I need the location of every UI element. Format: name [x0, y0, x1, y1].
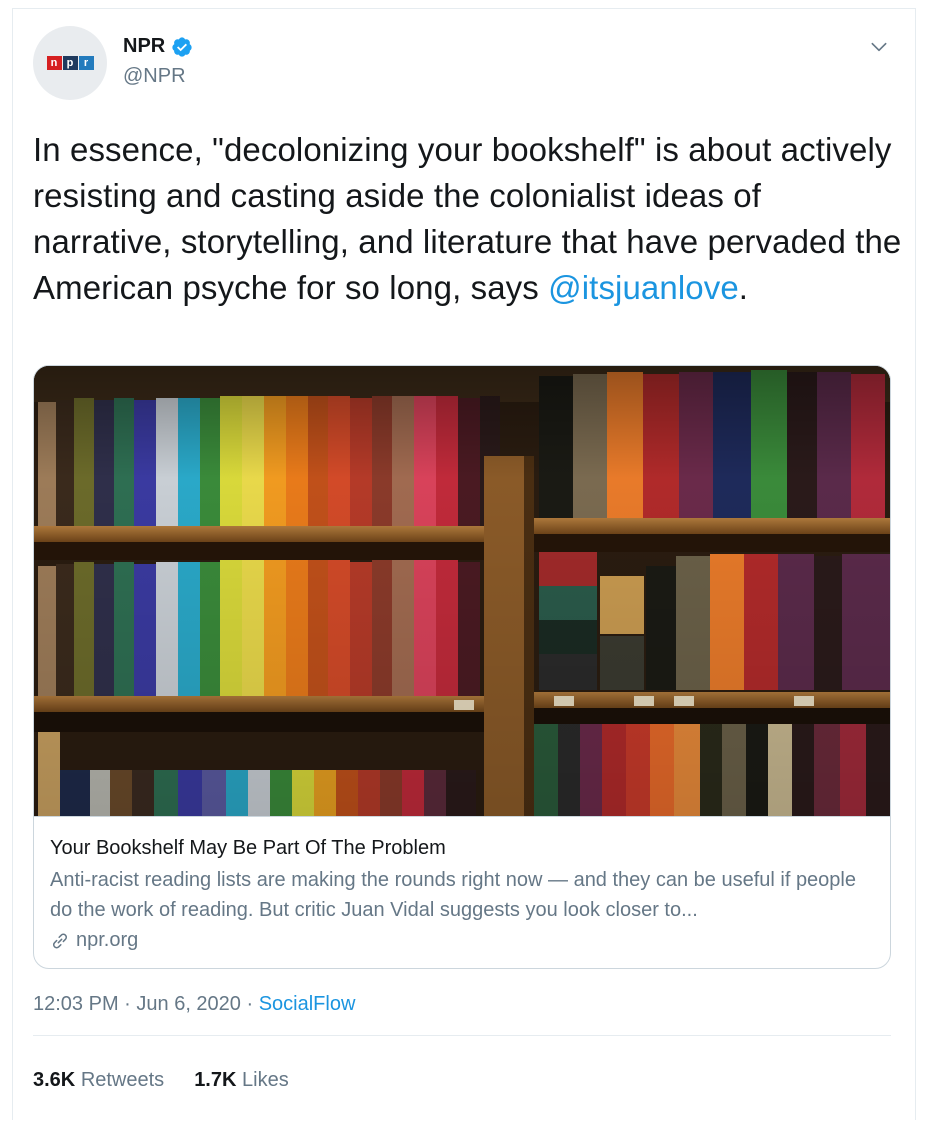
npr-logo-letter-n: n [46, 56, 62, 70]
npr-logo-letter-r: r [78, 56, 94, 70]
card-description: Anti-racist reading lists are making the… [50, 869, 856, 921]
author-name-row[interactable]: NPR [123, 35, 193, 58]
divider [33, 1035, 891, 1036]
card-domain[interactable]: npr.org [50, 929, 876, 952]
author-display-name[interactable]: NPR [123, 35, 165, 58]
tweet-text-end: . [738, 269, 749, 306]
npr-logo-letter-p: p [62, 56, 78, 70]
likes-label: Likes [242, 1069, 289, 1091]
author-handle[interactable]: @NPR [123, 65, 186, 88]
retweets-count: 3.6K [33, 1069, 76, 1091]
meta-separator: · [118, 993, 137, 1015]
retweets-stat[interactable]: 3.6K Retweets [33, 1069, 164, 1092]
npr-logo: n p r [46, 56, 94, 70]
card-body[interactable]: Your Bookshelf May Be Part Of The Proble… [34, 816, 890, 968]
meta-separator: · [240, 993, 259, 1015]
tweet-meta: 12:03 PM · Jun 6, 2020 · SocialFlow [33, 993, 355, 1016]
tweet-date[interactable]: Jun 6, 2020 [136, 993, 241, 1015]
verified-badge-icon [172, 36, 192, 57]
chevron-down-icon[interactable] [869, 37, 889, 57]
tweet[interactable]: n p r NPR @NPR In essence, "decolonizing… [12, 8, 916, 1120]
card-image[interactable] [34, 366, 890, 816]
link-card[interactable]: Your Bookshelf May Be Part Of The Proble… [33, 365, 891, 969]
likes-count: 1.7K [194, 1069, 237, 1091]
card-title[interactable]: Your Bookshelf May Be Part Of The Proble… [50, 835, 876, 861]
link-icon [52, 933, 68, 948]
retweets-label: Retweets [80, 1069, 165, 1091]
tweet-source-link[interactable]: SocialFlow [259, 993, 356, 1015]
tweet-stats: 3.6K Retweets 1.7K Likes [33, 1069, 289, 1092]
avatar[interactable]: n p r [33, 26, 107, 100]
tweet-time[interactable]: 12:03 PM [33, 993, 119, 1015]
bookshelf-illustration [34, 366, 890, 816]
likes-stat[interactable]: 1.7K Likes [194, 1069, 289, 1092]
card-domain-text: npr.org [76, 929, 139, 951]
tweet-text-body: In essence, "decolonizing your bookshelf… [33, 131, 902, 306]
mention-link[interactable]: @itsjuanlove [548, 269, 739, 306]
tweet-text: In essence, "decolonizing your bookshelf… [33, 127, 903, 311]
